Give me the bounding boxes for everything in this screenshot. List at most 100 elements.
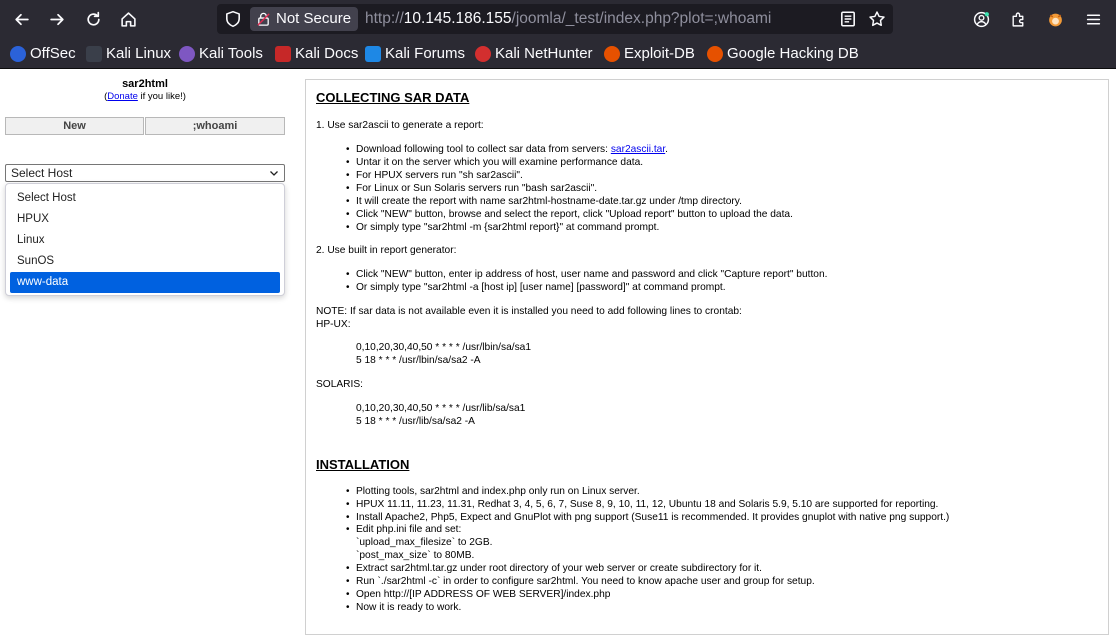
new-button[interactable]: New bbox=[5, 117, 144, 135]
list-item: Edit php.ini file and set: bbox=[346, 523, 461, 536]
bookmark-kali-nethunter[interactable]: Kali NetHunter bbox=[475, 44, 593, 64]
bookmark-google-hacking-db[interactable]: Google Hacking DB bbox=[707, 44, 859, 64]
list-item: It will create the report with name sar2… bbox=[346, 195, 742, 208]
host-option-selected[interactable]: www-data bbox=[10, 272, 280, 293]
url-scheme: http:// bbox=[365, 10, 404, 27]
code-line: 0,10,20,30,40,50 * * * * /usr/lib/sa/sa1 bbox=[356, 403, 526, 414]
kali-dragon-icon bbox=[86, 46, 102, 62]
list-item: Plotting tools, sar2html and index.php o… bbox=[346, 485, 640, 498]
config-line: `upload_max_filesize` to 2GB. bbox=[356, 537, 493, 548]
list-item: Click "NEW" button, enter ip address of … bbox=[346, 268, 827, 281]
list-item: Open http://[IP ADDRESS OF WEB SERVER]/i… bbox=[346, 588, 610, 601]
list-item: Or simply type "sar2html -a [host ip] [u… bbox=[346, 281, 726, 294]
step2-text: 2. Use built in report generator: bbox=[316, 245, 457, 256]
bookmark-label: Google Hacking DB bbox=[727, 45, 859, 62]
not-secure-badge[interactable]: Not Secure bbox=[250, 7, 358, 31]
host-option[interactable]: Linux bbox=[10, 230, 280, 251]
list-item: HPUX 11.11, 11.23, 11.31, Redhat 3, 4, 5… bbox=[346, 498, 938, 511]
page-content: sar2html (Donate if you like!) New ;whoa… bbox=[0, 70, 1116, 639]
url-text[interactable]: http://10.145.186.155/joomla/_test/index… bbox=[365, 4, 771, 34]
url-path: /joomla/_test/index.php?plot=;whoami bbox=[511, 10, 772, 27]
heading-collecting: COLLECTING SAR DATA bbox=[316, 90, 470, 105]
donate-suffix: if you like!) bbox=[137, 91, 186, 102]
list-item: For HPUX servers run "sh sar2ascii". bbox=[346, 169, 523, 182]
kali-forums-icon bbox=[365, 46, 381, 62]
account-button[interactable] bbox=[967, 5, 995, 33]
list-item: Now it is ready to work. bbox=[346, 601, 461, 614]
list-item: Download following tool to collect sar d… bbox=[346, 143, 669, 156]
list-item: Untar it on the server which you will ex… bbox=[346, 156, 643, 169]
donate-link[interactable]: Donate bbox=[107, 91, 138, 102]
extensions-button[interactable] bbox=[1004, 5, 1032, 33]
host-option[interactable]: SunOS bbox=[10, 251, 280, 272]
list-item: Or simply type "sar2html -m {sar2html re… bbox=[346, 221, 659, 234]
host-option[interactable]: Select Host bbox=[10, 188, 280, 209]
hamburger-menu-icon bbox=[1086, 13, 1100, 25]
back-button[interactable] bbox=[7, 5, 35, 33]
chevron-down-icon bbox=[270, 171, 278, 176]
sar2ascii-link[interactable]: sar2ascii.tar bbox=[611, 144, 665, 155]
host-dropdown: Select Host HPUX Linux SunOS www-data bbox=[5, 183, 285, 296]
heading-installation: INSTALLATION bbox=[316, 457, 410, 472]
reload-button[interactable] bbox=[79, 5, 107, 33]
plot-button[interactable]: ;whoami bbox=[145, 117, 285, 135]
url-host: 10.145.186.155 bbox=[403, 10, 512, 27]
host-select-value: Select Host bbox=[11, 166, 73, 180]
insecure-lock-icon bbox=[257, 12, 270, 26]
list-item: For Linux or Sun Solaris servers run "ba… bbox=[346, 182, 597, 195]
tracking-protection-shield-icon[interactable] bbox=[224, 10, 242, 28]
code-line: 0,10,20,30,40,50 * * * * /usr/lbin/sa/sa… bbox=[356, 342, 532, 353]
ghdb-icon bbox=[707, 46, 723, 62]
bookmark-exploit-db[interactable]: Exploit-DB bbox=[604, 44, 695, 64]
url-bar[interactable]: Not Secure http://10.145.186.155/joomla/… bbox=[217, 4, 893, 34]
bookmark-label: Kali Tools bbox=[199, 45, 263, 62]
bookmark-star-icon[interactable] bbox=[868, 10, 886, 28]
bookmark-kali-forums[interactable]: Kali Forums bbox=[365, 44, 465, 64]
offsec-icon bbox=[10, 46, 26, 62]
sidebar: sar2html (Donate if you like!) New ;whoa… bbox=[0, 70, 290, 639]
bookmark-label: Kali Forums bbox=[385, 45, 466, 62]
bookmark-label: OffSec bbox=[30, 45, 76, 62]
forward-arrow-icon bbox=[49, 13, 64, 25]
home-icon bbox=[120, 11, 136, 27]
list-item: Extract sar2html.tar.gz under root direc… bbox=[346, 562, 762, 575]
list-item-text: Download following tool to collect sar d… bbox=[356, 144, 611, 155]
code-line: 5 18 * * * /usr/lib/sa/sa2 -A bbox=[356, 416, 475, 427]
bookmark-kali-tools[interactable]: Kali Tools bbox=[179, 44, 263, 64]
home-button[interactable] bbox=[114, 5, 142, 33]
host-select[interactable]: Select Host bbox=[5, 164, 285, 182]
extension-fox-button[interactable] bbox=[1041, 5, 1069, 33]
crontab-note: NOTE: If sar data is not available even … bbox=[316, 306, 742, 317]
donate-line: (Donate if you like!) bbox=[0, 91, 290, 102]
solaris-label: SOLARIS: bbox=[316, 379, 363, 390]
bookmark-offsec[interactable]: OffSec bbox=[10, 44, 76, 64]
hpux-label: HP-UX: bbox=[316, 319, 351, 330]
account-icon bbox=[973, 11, 989, 27]
bookmark-label: Kali Linux bbox=[106, 45, 172, 62]
instructions-panel: COLLECTING SAR DATA 1. Use sar2ascii to … bbox=[305, 79, 1109, 635]
app-title: sar2html bbox=[122, 78, 168, 90]
code-line: 5 18 * * * /usr/lbin/sa/sa2 -A bbox=[356, 355, 481, 366]
browser-toolbar: Not Secure http://10.145.186.155/joomla/… bbox=[0, 0, 1116, 38]
back-arrow-icon bbox=[14, 13, 29, 25]
reload-icon bbox=[86, 11, 100, 26]
list-item: Click "NEW" button, browse and select th… bbox=[346, 208, 793, 221]
bookmark-kali-docs[interactable]: Kali Docs bbox=[275, 44, 358, 64]
link-suffix: . bbox=[665, 144, 669, 155]
kali-docs-icon bbox=[275, 46, 291, 62]
fox-extension-icon bbox=[1048, 13, 1062, 26]
nethunter-icon bbox=[475, 46, 491, 62]
bookmark-label: Kali NetHunter bbox=[495, 45, 593, 62]
bookmark-label: Exploit-DB bbox=[624, 45, 695, 62]
kali-tools-icon bbox=[179, 46, 195, 62]
not-secure-label: Not Secure bbox=[276, 10, 352, 27]
forward-button[interactable] bbox=[43, 5, 71, 33]
list-item: Run `./sar2html -c` in order to configur… bbox=[346, 575, 815, 588]
exploit-db-icon bbox=[604, 46, 620, 62]
reader-view-icon[interactable] bbox=[839, 10, 857, 28]
app-menu-button[interactable] bbox=[1079, 5, 1107, 33]
puzzle-icon bbox=[1011, 12, 1023, 27]
bookmark-kali-linux[interactable]: Kali Linux bbox=[86, 44, 171, 64]
host-option[interactable]: HPUX bbox=[10, 209, 280, 230]
config-line: `post_max_size` to 80MB. bbox=[356, 550, 475, 561]
